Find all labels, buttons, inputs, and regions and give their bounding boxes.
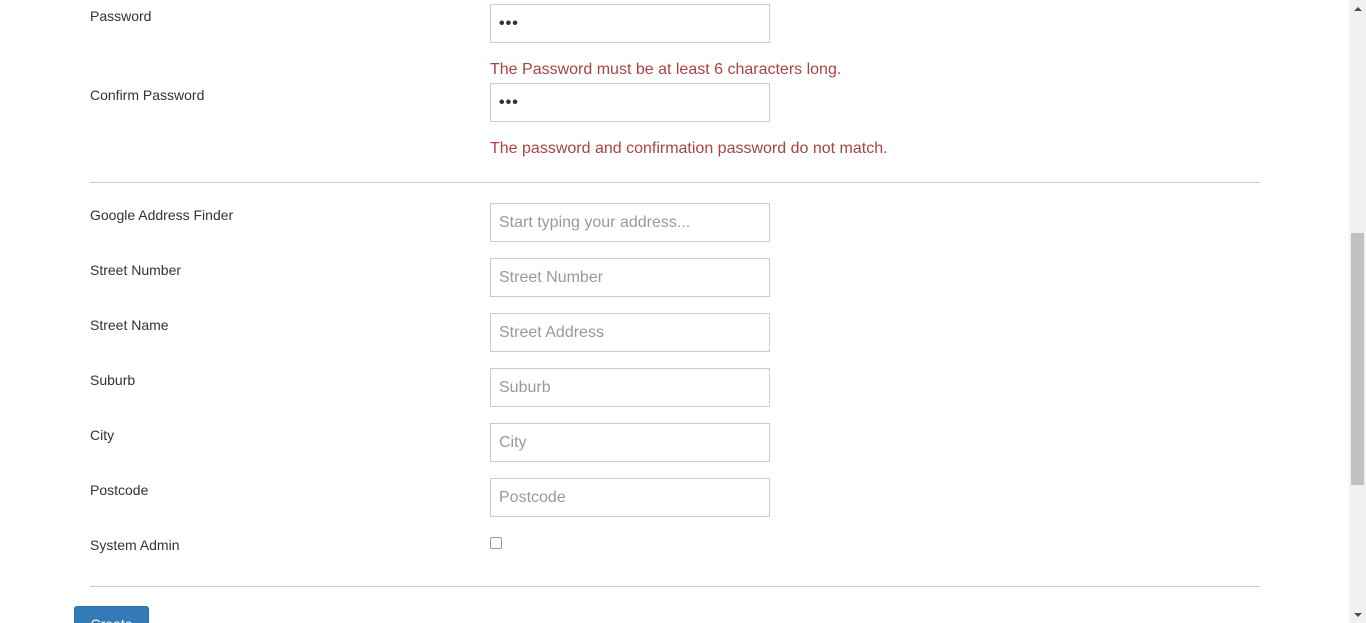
scroll-up-arrow-icon[interactable] — [1349, 0, 1366, 17]
postcode-label: Postcode — [90, 482, 149, 498]
system-admin-checkbox[interactable] — [490, 537, 502, 549]
scroll-down-arrow-icon[interactable] — [1349, 606, 1366, 623]
system-admin-label: System Admin — [90, 537, 180, 553]
google-address-input[interactable] — [490, 203, 770, 242]
street-number-input[interactable] — [490, 258, 770, 297]
password-label: Password — [90, 8, 152, 24]
section-divider — [90, 182, 1260, 183]
actions-divider — [90, 586, 1260, 587]
scrollbar-thumb[interactable] — [1351, 233, 1364, 485]
password-field[interactable]: ••• — [490, 4, 770, 43]
page-scrollbar[interactable] — [1349, 0, 1366, 623]
create-button[interactable]: Create — [74, 606, 149, 623]
suburb-label: Suburb — [90, 372, 136, 388]
city-label: City — [90, 427, 115, 443]
street-name-label: Street Name — [90, 317, 169, 333]
google-address-label: Google Address Finder — [90, 207, 234, 223]
city-input[interactable] — [490, 423, 770, 462]
confirm-password-error: The password and confirmation password d… — [490, 140, 888, 157]
confirm-password-field[interactable]: ••• — [490, 83, 770, 122]
street-name-input[interactable] — [490, 313, 770, 352]
password-error: The Password must be at least 6 characte… — [490, 61, 842, 78]
postcode-input[interactable] — [490, 478, 770, 517]
suburb-input[interactable] — [490, 368, 770, 407]
street-number-label: Street Number — [90, 262, 182, 278]
confirm-password-label: Confirm Password — [90, 87, 205, 103]
